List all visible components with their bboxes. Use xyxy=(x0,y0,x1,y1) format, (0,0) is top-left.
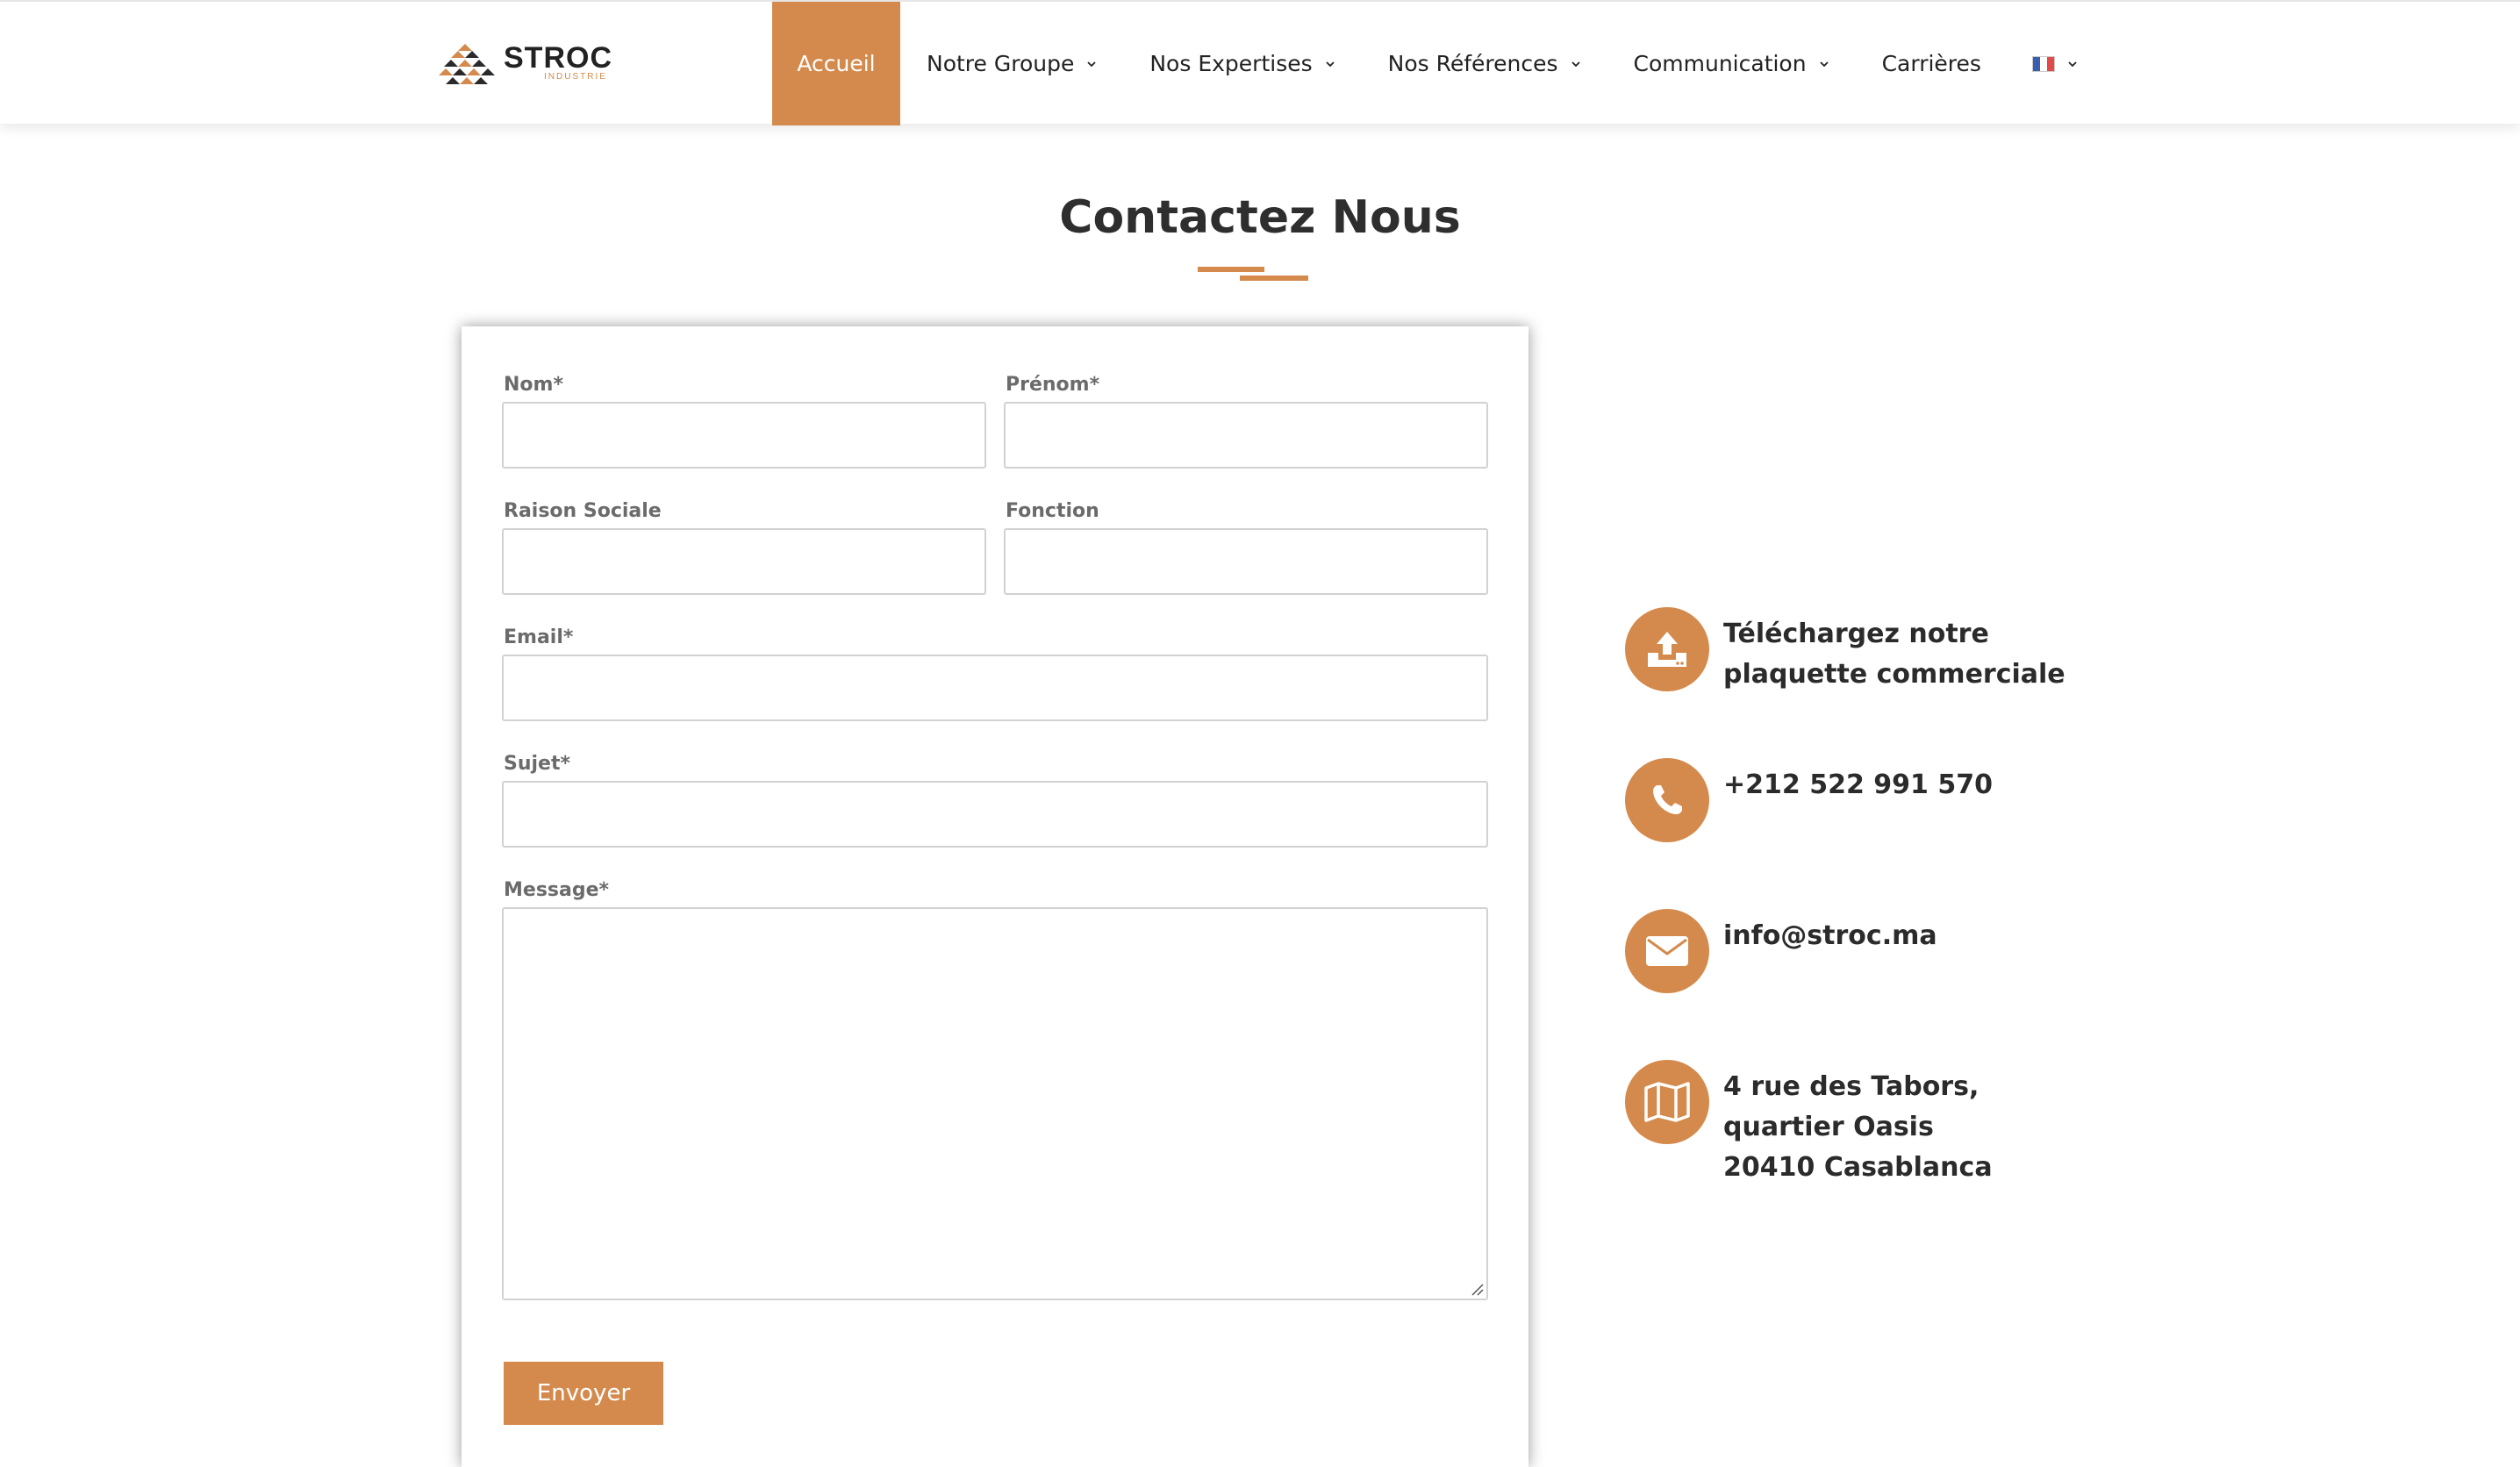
prenom-input[interactable] xyxy=(1004,402,1488,469)
email-label: Email* xyxy=(504,626,574,648)
address-line: quartier Oasis xyxy=(1723,1112,1934,1142)
chevron-down-icon xyxy=(1087,61,1096,67)
address-line: 20410 Casablanca xyxy=(1723,1152,1993,1183)
language-switcher[interactable] xyxy=(2008,2,2104,125)
nom-label: Nom* xyxy=(504,374,563,396)
brochure-text: Téléchargez notre plaquette commerciale xyxy=(1723,614,2092,695)
raison-sociale-input[interactable] xyxy=(502,528,986,595)
send-button[interactable]: Envoyer xyxy=(504,1362,663,1425)
nom-input[interactable] xyxy=(502,402,986,469)
sujet-label: Sujet* xyxy=(504,753,570,775)
upload-tray-icon xyxy=(1648,632,1686,667)
email-item[interactable]: info@stroc.ma xyxy=(1625,909,2081,993)
nav-item-notre-groupe[interactable]: Notre Groupe xyxy=(900,2,1123,125)
message-label: Message* xyxy=(504,879,610,901)
phone-icon xyxy=(1653,785,1682,814)
email-input[interactable] xyxy=(502,655,1488,721)
brochure-icon-circle xyxy=(1625,607,1709,691)
phone-text: +212 522 991 570 xyxy=(1723,765,2092,805)
nav-item-communication[interactable]: Communication xyxy=(1607,2,1856,125)
stroc-logo[interactable]: STROC INDUSTRIE xyxy=(439,42,614,89)
nav-label: Nos Références xyxy=(1387,51,1558,76)
address-text: 4 rue des Tabors, quartier Oasis 20410 C… xyxy=(1723,1067,2092,1188)
address-line: 4 rue des Tabors, xyxy=(1723,1071,1979,1102)
address-item: 4 rue des Tabors, quartier Oasis 20410 C… xyxy=(1625,1060,2081,1191)
address-icon-circle xyxy=(1625,1060,1709,1144)
france-flag-icon xyxy=(2031,55,2055,72)
nav-item-accueil[interactable]: Accueil xyxy=(772,2,900,125)
raison-sociale-label: Raison Sociale xyxy=(504,500,662,522)
contact-form-card: Nom* Prénom* Raison Sociale Fonction Ema… xyxy=(462,326,1528,1467)
chevron-down-icon xyxy=(1571,61,1580,67)
message-textarea[interactable] xyxy=(502,907,1488,1300)
map-icon xyxy=(1644,1082,1690,1122)
sujet-input[interactable] xyxy=(502,781,1488,848)
email-text: info@stroc.ma xyxy=(1723,916,2092,956)
brochure-line: plaquette commerciale xyxy=(1723,659,2065,690)
email-icon-circle xyxy=(1625,909,1709,993)
nav-label: Accueil xyxy=(797,51,876,76)
email-address: info@stroc.ma xyxy=(1723,920,1937,951)
chevron-down-icon xyxy=(2068,61,2077,67)
nav-label: Carrières xyxy=(1881,51,1981,76)
nav-item-carrieres[interactable]: Carrières xyxy=(1856,2,2008,125)
brochure-download-item[interactable]: Téléchargez notre plaquette commerciale xyxy=(1625,607,2081,704)
nav-label: Communication xyxy=(1633,51,1807,76)
prenom-label: Prénom* xyxy=(1006,374,1100,396)
nav-label: Nos Expertises xyxy=(1149,51,1313,76)
resize-handle-icon[interactable] xyxy=(1469,1281,1485,1297)
phone-icon-circle xyxy=(1625,758,1709,842)
fonction-label: Fonction xyxy=(1006,500,1099,522)
logo-mark-icon xyxy=(439,44,495,84)
nav-label: Notre Groupe xyxy=(927,51,1075,76)
phone-number: +212 522 991 570 xyxy=(1723,769,1993,800)
logo-name: STROC xyxy=(504,41,612,75)
main-nav: Accueil Notre Groupe Nos Expertises Nos … xyxy=(772,2,2104,125)
site-header: STROC INDUSTRIE Accueil Notre Groupe Nos… xyxy=(0,0,2520,125)
page-title: Contactez Nous xyxy=(1059,191,1461,244)
phone-item[interactable]: +212 522 991 570 xyxy=(1625,758,2081,842)
fonction-input[interactable] xyxy=(1004,528,1488,595)
chevron-down-icon xyxy=(1326,61,1335,67)
logo-subtitle: INDUSTRIE xyxy=(544,72,607,82)
chevron-down-icon xyxy=(1819,61,1829,67)
title-underline-decoration xyxy=(1198,267,1312,284)
nav-item-nos-expertises[interactable]: Nos Expertises xyxy=(1123,2,1361,125)
brochure-line: Téléchargez notre xyxy=(1723,619,1989,649)
envelope-icon xyxy=(1646,936,1688,966)
nav-item-nos-references[interactable]: Nos Références xyxy=(1362,2,1607,125)
